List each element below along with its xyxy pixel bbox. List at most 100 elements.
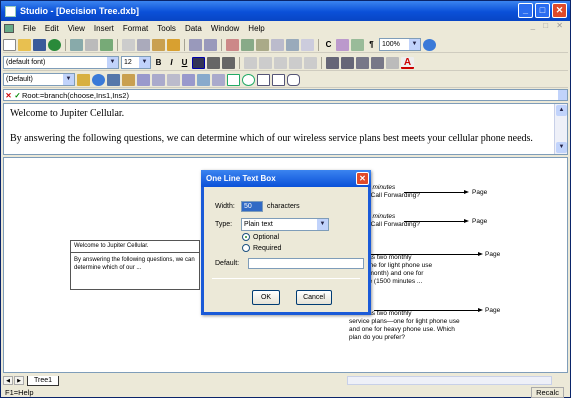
open-icon[interactable] <box>18 38 31 51</box>
indent-icon[interactable] <box>371 56 384 69</box>
accept-edit-icon[interactable]: ✓ <box>13 91 22 100</box>
text-pane[interactable]: Welcome to Jupiter Cellular. By answerin… <box>3 103 568 155</box>
root-node[interactable]: Welcome to Jupiter Cellular. By answerin… <box>70 240 200 290</box>
bold-button[interactable]: B <box>153 58 164 67</box>
help-icon[interactable] <box>423 38 436 51</box>
print-icon[interactable] <box>70 38 83 51</box>
font-size-select[interactable]: 12 ▼ <box>121 56 151 69</box>
textbox-tool-icon[interactable] <box>257 73 270 86</box>
type-select[interactable]: Plain text ▼ <box>241 218 329 231</box>
new-icon[interactable] <box>3 38 16 51</box>
optional-radio[interactable]: Optional <box>242 233 279 241</box>
tool-icon[interactable] <box>271 38 284 51</box>
close-icon[interactable]: ✕ <box>552 3 567 18</box>
paste-icon[interactable] <box>152 38 165 51</box>
tool-icon[interactable] <box>301 38 314 51</box>
cancel-button[interactable]: Cancel <box>296 290 332 305</box>
tool-icon[interactable] <box>336 38 349 51</box>
redo-icon[interactable] <box>204 38 217 51</box>
tool-icon[interactable] <box>137 73 150 86</box>
chart-icon[interactable] <box>107 73 120 86</box>
ok-button[interactable]: OK <box>252 290 280 305</box>
underline-button[interactable]: U <box>179 58 190 67</box>
menu-insert[interactable]: Insert <box>94 24 114 33</box>
print-preview-icon[interactable] <box>85 38 98 51</box>
style-select[interactable]: (Default) ▼ <box>3 73 75 86</box>
radio-icon[interactable] <box>242 244 250 252</box>
currency-icon[interactable] <box>244 56 257 69</box>
tool-icon[interactable] <box>351 38 364 51</box>
menu-data[interactable]: Data <box>185 24 202 33</box>
listbox-tool-icon[interactable] <box>272 73 285 86</box>
menu-view[interactable]: View <box>68 24 85 33</box>
mdi-controls[interactable]: _ □ ✕ <box>531 21 566 30</box>
comma-icon[interactable] <box>274 56 287 69</box>
table-icon[interactable] <box>286 38 299 51</box>
font-color-icon[interactable]: A <box>401 56 414 69</box>
spell-check-icon[interactable] <box>100 38 113 51</box>
tool-icon[interactable] <box>212 73 225 86</box>
tool-icon[interactable] <box>226 38 239 51</box>
minimize-icon[interactable]: _ <box>518 3 533 18</box>
maximize-icon[interactable]: □ <box>535 3 550 18</box>
dialog-close-icon[interactable]: ✕ <box>356 172 369 185</box>
align-left-icon[interactable] <box>192 56 205 69</box>
function-icon[interactable] <box>77 73 90 86</box>
formula-bar[interactable]: ✕ ✓ Root:=branch(choose,Ins1,Ins2) <box>3 89 568 101</box>
menu-help[interactable]: Help <box>248 24 264 33</box>
menu-window[interactable]: Window <box>211 24 239 33</box>
formula-text[interactable]: Root:=branch(choose,Ins1,Ins2) <box>22 91 129 100</box>
next-sheet-icon[interactable]: ▶ <box>14 376 24 385</box>
tool-icon[interactable] <box>241 38 254 51</box>
radio-icon[interactable] <box>242 233 250 241</box>
web-icon[interactable] <box>48 38 61 51</box>
borders-icon[interactable] <box>386 56 399 69</box>
menu-file[interactable]: File <box>23 24 36 33</box>
image-icon[interactable] <box>122 73 135 86</box>
increase-decimal-icon[interactable] <box>289 56 302 69</box>
numbered-list-icon[interactable] <box>326 56 339 69</box>
first-sheet-icon[interactable]: ◀ <box>3 376 13 385</box>
decrease-decimal-icon[interactable] <box>304 56 317 69</box>
cancel-edit-icon[interactable]: ✕ <box>4 91 13 100</box>
tool-icon[interactable] <box>256 38 269 51</box>
dialog-title-bar[interactable]: One Line Text Box ✕ <box>201 170 371 187</box>
default-input[interactable] <box>248 258 364 269</box>
menu-edit[interactable]: Edit <box>45 24 59 33</box>
italic-button[interactable]: I <box>166 58 177 67</box>
horizontal-scrollbar[interactable] <box>347 376 552 385</box>
format-painter-icon[interactable] <box>167 38 180 51</box>
align-center-icon[interactable] <box>207 56 220 69</box>
document-menu-icon[interactable] <box>4 23 14 33</box>
scroll-down-icon[interactable]: ▼ <box>556 142 567 153</box>
c-button[interactable]: C <box>323 40 334 49</box>
tool-icon[interactable] <box>197 73 210 86</box>
tool-icon[interactable] <box>167 73 180 86</box>
title-bar[interactable]: Studio - [Decision Tree.dxb] _ □ ✕ <box>1 1 570 21</box>
copy-icon[interactable] <box>137 38 150 51</box>
bullet-list-icon[interactable] <box>341 56 354 69</box>
menu-format[interactable]: Format <box>123 24 148 33</box>
button-tool-icon[interactable] <box>287 73 300 86</box>
percent-icon[interactable] <box>259 56 272 69</box>
tab-tree1[interactable]: Tree1 <box>27 375 60 386</box>
menu-tools[interactable]: Tools <box>157 24 176 33</box>
text-pane-scrollbar[interactable]: ▲ ▼ <box>554 104 567 154</box>
radio-tool-icon[interactable] <box>242 73 255 86</box>
width-input[interactable]: 50 <box>241 201 263 212</box>
formula-expand-icon[interactable] <box>558 90 567 100</box>
checkbox-tool-icon[interactable] <box>227 73 240 86</box>
save-icon[interactable] <box>33 38 46 51</box>
zoom-select[interactable]: 100% ▼ <box>379 38 421 51</box>
required-radio[interactable]: Required <box>242 244 281 252</box>
font-select[interactable]: (default font) ▼ <box>3 56 119 69</box>
tool-icon[interactable] <box>152 73 165 86</box>
cut-icon[interactable] <box>122 38 135 51</box>
tool-icon[interactable] <box>182 73 195 86</box>
scroll-up-icon[interactable]: ▲ <box>556 105 567 116</box>
align-right-icon[interactable] <box>222 56 235 69</box>
globe-icon[interactable] <box>92 73 105 86</box>
undo-icon[interactable] <box>189 38 202 51</box>
pilcrow-icon[interactable]: ¶ <box>366 40 377 49</box>
outdent-icon[interactable] <box>356 56 369 69</box>
